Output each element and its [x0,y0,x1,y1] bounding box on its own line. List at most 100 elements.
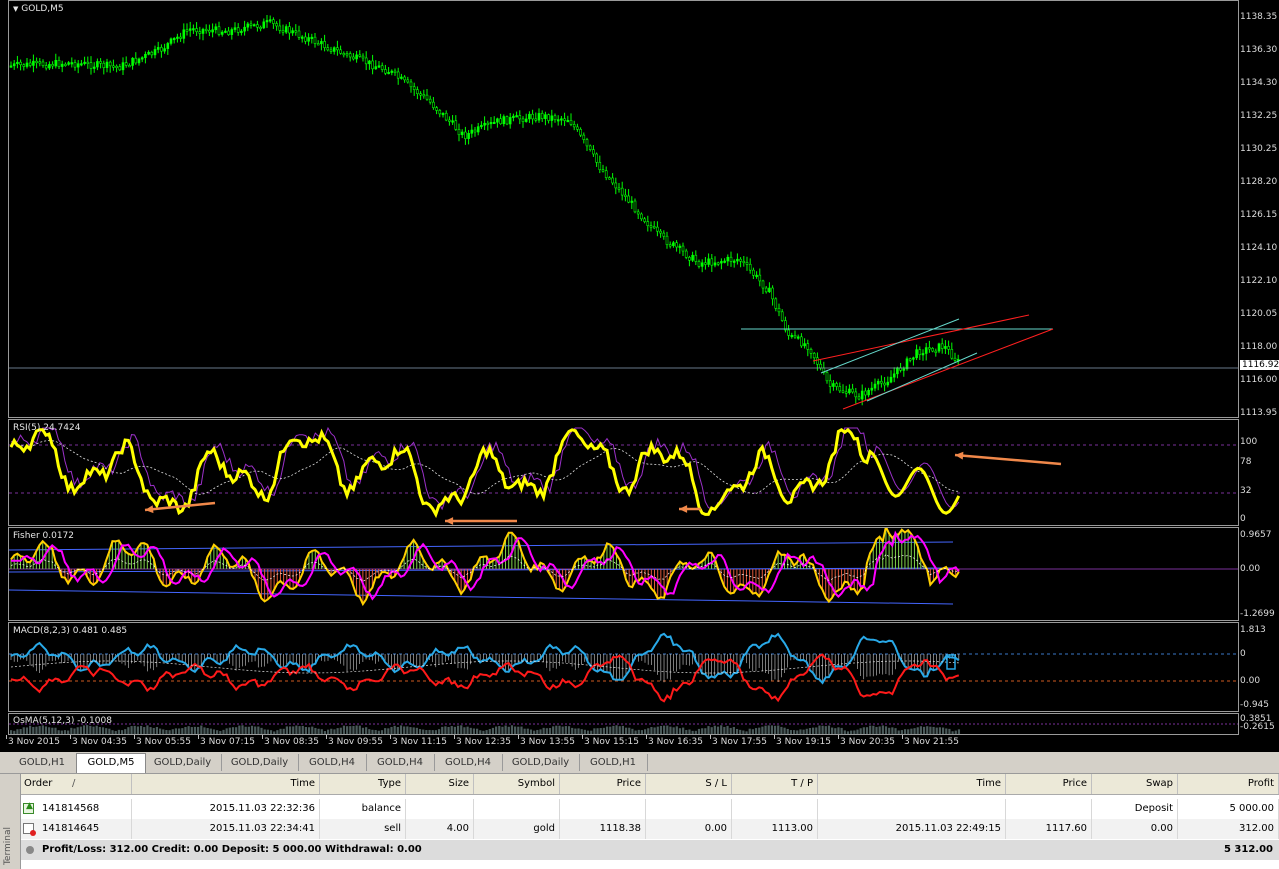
col-order[interactable]: Order / [20,774,132,794]
osma-bar [254,726,257,734]
price-scale: 1138.35 1136.30 1134.30 1132.25 1130.25 1128.… [1240,0,1279,418]
candle-body [531,113,534,120]
col-time[interactable]: Time [132,774,320,794]
osma-bar [203,727,206,734]
candle-body [630,200,634,203]
osma-bar [602,727,605,734]
col-swap[interactable]: Swap [1092,774,1178,794]
osma-bar [209,728,212,734]
candle-body [105,61,109,68]
osma-bar [561,726,564,734]
deposit-icon: ▲ [23,801,34,814]
col-symbol[interactable]: Symbol [474,774,560,794]
osma-bar [504,725,507,734]
row-close-time [818,799,1006,819]
candle-body [252,24,256,27]
candle-body [723,260,726,263]
chart-tab-gold-daily[interactable]: GOLD,Daily [144,754,222,771]
osma-bar [178,728,181,734]
osma-bar [317,728,320,734]
candle-body [560,118,563,121]
candle-body [140,57,144,60]
price-chart-pane[interactable]: ▼ GOLD,M5 [8,0,1239,418]
col-price[interactable]: Price [560,774,646,794]
candle-body [604,170,608,178]
osma-bar [796,730,799,734]
osma-bar [840,727,843,734]
osma-bar [929,726,932,734]
osma-bar [228,727,231,734]
candle-body [828,380,832,387]
candle-body [825,372,829,382]
col-profit[interactable]: Profit [1178,774,1279,794]
candle-body [579,129,582,136]
macd-title: MACD(8,2,3) 0.481 0.485 [13,626,128,636]
fisher-pane[interactable]: Fisher 0.0172 [8,527,1239,621]
chart-tab-gold-h1[interactable]: GOLD,H1 [8,754,77,771]
candle-body [131,57,134,66]
scale-tick-label: 1118.00 [1240,342,1278,352]
col-sl[interactable]: S / L [646,774,732,794]
scale-tick-label: 1130.25 [1240,144,1278,154]
row-price [560,799,646,819]
osma-bar [792,730,796,734]
table-row[interactable]: ▲ 141814568 2015.11.03 22:32:36 balance … [20,799,1279,819]
candle-body [860,390,864,400]
osma-bar [98,726,101,734]
osma-bar [900,730,903,734]
candle-body [780,311,784,321]
candle-body [867,389,870,396]
osma-bar [751,729,754,734]
osma-bar [51,727,54,734]
osma-bar [460,725,463,734]
osma-bar [723,726,726,734]
osma-bar [301,725,304,734]
scale-tick-label: -0.2615 [1240,722,1275,732]
time-axis-label: 3 Nov 08:35 [264,737,319,747]
osma-bar [193,726,197,734]
candle-body [563,118,566,121]
candle-body [835,383,838,387]
candle-body [182,29,186,39]
col-type[interactable]: Type [320,774,406,794]
osma-bar [672,727,675,734]
chart-tab-gold-daily[interactable]: GOLD,Daily [502,754,580,771]
candle-body [19,61,22,66]
osma-pane[interactable]: OsMA(5,12,3) -0.1008 [8,713,1239,735]
osma-bar [821,725,824,734]
rsi-pane[interactable]: RSI(5) 24.7424 [8,419,1239,526]
osma-bar [577,728,580,734]
osma-bar [545,728,548,734]
chart-menu-triangle-icon[interactable]: ▼ [13,5,18,13]
time-axis-tick [262,735,263,739]
osma-bar [716,726,720,734]
col-close-time[interactable]: Time [818,774,1006,794]
row-swap: 0.00 [1092,819,1178,839]
chart-tab-gold-h4[interactable]: GOLD,H4 [298,754,367,771]
chart-tab-gold-h1[interactable]: GOLD,H1 [579,754,648,771]
table-row[interactable]: 141814645 2015.11.03 22:34:41 sell 4.00 … [20,819,1279,839]
osma-bar [878,726,881,734]
chart-tab-gold-h4[interactable]: GOLD,H4 [366,754,435,771]
candle-body [192,28,195,31]
col-close-price[interactable]: Price [1006,774,1092,794]
chart-tab-gold-m5[interactable]: GOLD,M5 [76,753,146,773]
col-tp[interactable]: T / P [732,774,818,794]
candle-body [470,129,474,134]
scale-tick-label: 1132.25 [1240,111,1278,121]
time-axis: 3 Nov 2015 3 Nov 04:35 3 Nov 05:55 3 Nov 07… [0,735,1279,751]
macd-pane[interactable]: MACD(8,2,3) 0.481 0.485 [8,622,1239,712]
osma-bar [777,725,780,734]
col-size[interactable]: Size [406,774,474,794]
candle-body [627,195,630,203]
osma-bar [894,728,897,734]
terminal-side-strip[interactable]: Terminal [0,774,21,869]
candle-body [800,336,803,347]
candle-body [876,380,880,385]
osma-bar [897,730,900,734]
chart-tab-gold-daily[interactable]: GOLD,Daily [221,754,299,771]
chart-tab-gold-h4[interactable]: GOLD,H4 [434,754,503,771]
row-close-time: 2015.11.03 22:49:15 [818,819,1006,839]
scale-tick-label: -1.2699 [1240,609,1275,619]
candle-body [745,262,749,265]
